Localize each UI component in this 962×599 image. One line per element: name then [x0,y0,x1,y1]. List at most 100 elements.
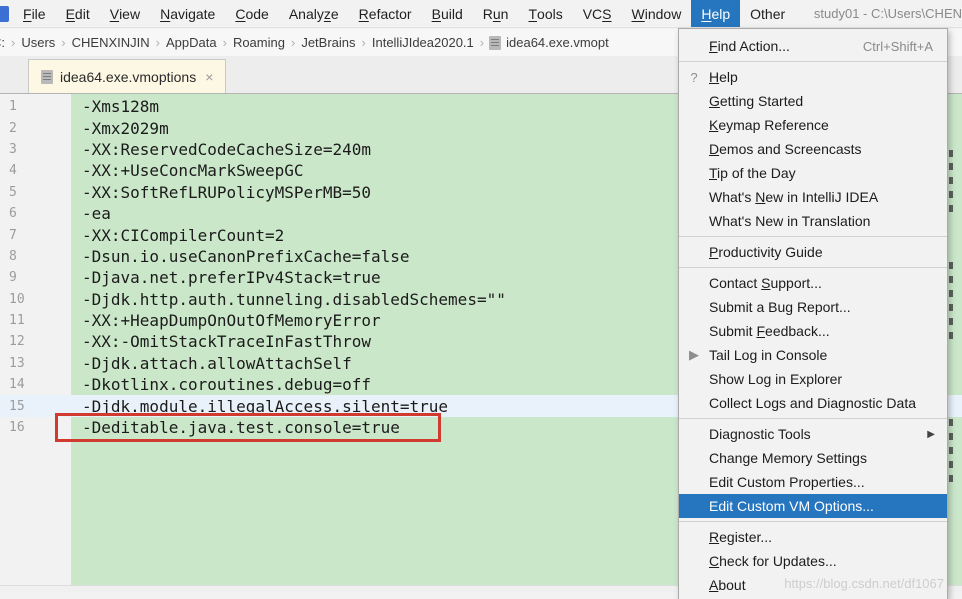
app-logo-icon [0,6,9,22]
menubar-item-edit[interactable]: Edit [56,0,100,27]
menu-item-tip-of-the-day[interactable]: Tip of the Day [679,161,947,185]
menu-item-label: Show Log in Explorer [709,371,842,387]
breadcrumb-item-roaming[interactable]: Roaming [232,35,286,50]
line-number: 8 [0,249,72,264]
tab-label: idea64.exe.vmoptions [60,69,196,85]
menubar-item-analyze[interactable]: Analyze [279,0,349,27]
menu-separator [679,233,947,240]
menubar-item-window[interactable]: Window [622,0,692,27]
line-number: 4 [0,163,72,178]
menubar-item-view[interactable]: View [100,0,150,27]
menu-item-keymap-reference[interactable]: Keymap Reference [679,113,947,137]
menu-item-help[interactable]: ?Help [679,65,947,89]
menu-item-label: Submit a Bug Report... [709,299,851,315]
menu-item-diagnostic-tools[interactable]: Diagnostic Tools▶ [679,422,947,446]
breadcrumb-item-chenxinjin[interactable]: CHENXINJIN [71,35,151,50]
line-number: 15 [0,399,72,414]
edge-mark [949,290,953,297]
menu-item-label: Help [709,69,738,85]
line-number: 12 [0,334,72,349]
menu-item-getting-started[interactable]: Getting Started [679,89,947,113]
submenu-arrow-icon: ▶ [927,429,939,440]
menubar-item-tools[interactable]: Tools [518,0,572,27]
menu-item-contact-support[interactable]: Contact Support... [679,271,947,295]
menubar-item-code[interactable]: Code [225,0,278,27]
chevron-separator-icon: › [218,35,232,50]
edge-mark [949,447,953,454]
menu-item-label: What's New in Translation [709,213,870,229]
menu-item-edit-custom-vm-options[interactable]: Edit Custom VM Options... [679,494,947,518]
menu-item-check-for-updates[interactable]: Check for Updates... [679,549,947,573]
breadcrumb-item-appdata[interactable]: AppData [165,35,218,50]
menubar-items: FileEditViewNavigateCodeAnalyzeRefactorB… [13,0,795,27]
menu-separator [679,264,947,271]
chevron-separator-icon: › [475,35,489,50]
menu-item-register[interactable]: Register... [679,525,947,549]
edge-mark [949,177,953,184]
edge-mark [949,205,953,212]
menubar-item-vcs[interactable]: VCS [573,0,622,27]
edge-mark [949,419,953,426]
menubar-item-run[interactable]: Run [473,0,519,27]
tab-idea64-vmoptions[interactable]: idea64.exe.vmoptions × [28,59,226,93]
application-window: FileEditViewNavigateCodeAnalyzeRefactorB… [0,0,962,599]
menu-item-label: About [709,577,746,593]
menu-item-submit-feedback[interactable]: Submit Feedback... [679,319,947,343]
file-icon [41,70,53,84]
menu-item-label: Productivity Guide [709,244,823,260]
menu-item-label: Demos and Screencasts [709,141,862,157]
edge-mark [949,332,953,339]
menubar-item-other[interactable]: Other [740,0,795,27]
menu-separator [679,518,947,525]
menu-item-label: Tail Log in Console [709,347,827,363]
line-number: 13 [0,356,72,371]
play-icon: ▶ [679,347,709,363]
chevron-separator-icon: › [151,35,165,50]
tab-close-icon[interactable]: × [203,70,215,84]
menu-item-change-memory-settings[interactable]: Change Memory Settings [679,446,947,470]
menubar-item-build[interactable]: Build [422,0,473,27]
edge-mark [949,304,953,311]
menubar-item-help[interactable]: Help [691,0,740,27]
menu-item-label: What's New in IntelliJ IDEA [709,189,878,205]
menu-item-collect-logs-and-diagnostic-data[interactable]: Collect Logs and Diagnostic Data [679,391,947,415]
menu-item-productivity-guide[interactable]: Productivity Guide [679,240,947,264]
edge-mark [949,461,953,468]
menu-item-what-s-new-in-translation[interactable]: What's New in Translation [679,209,947,233]
edge-mark [949,262,953,269]
breadcrumb-item-users[interactable]: Users [20,35,56,50]
menu-item-demos-and-screencasts[interactable]: Demos and Screencasts [679,137,947,161]
edge-mark [949,475,953,482]
menu-item-label: Tip of the Day [709,165,796,181]
menu-item-label: Contact Support... [709,275,822,291]
menu-item-show-log-in-explorer[interactable]: Show Log in Explorer [679,367,947,391]
chevron-separator-icon: › [6,35,20,50]
menu-item-label: Collect Logs and Diagnostic Data [709,395,916,411]
menubar-item-refactor[interactable]: Refactor [349,0,422,27]
menu-item-label: Edit Custom Properties... [709,474,865,490]
line-number: 7 [0,228,72,243]
line-number: 9 [0,270,72,285]
menu-item-shortcut: Ctrl+Shift+A [863,39,939,54]
menu-item-label: Change Memory Settings [709,450,867,466]
menubar-item-file[interactable]: File [13,0,56,27]
chevron-separator-icon: › [286,35,300,50]
menu-item-submit-a-bug-report[interactable]: Submit a Bug Report... [679,295,947,319]
chevron-separator-icon: › [56,35,70,50]
edge-mark [949,163,953,170]
edge-mark [949,150,953,157]
menu-item-tail-log-in-console[interactable]: ▶Tail Log in Console [679,343,947,367]
breadcrumb-file[interactable]: idea64.exe.vmopt [489,35,609,50]
edge-mark [949,318,953,325]
menu-item-find-action[interactable]: Find Action...Ctrl+Shift+A [679,34,947,58]
line-number: 11 [0,313,72,328]
menu-item-label: Edit Custom VM Options... [709,498,874,514]
menu-separator [679,415,947,422]
file-icon [489,36,501,50]
menu-item-what-s-new-in-intellij-idea[interactable]: What's New in IntelliJ IDEA [679,185,947,209]
breadcrumb-item-jetbrains[interactable]: JetBrains [300,35,356,50]
menubar-item-navigate[interactable]: Navigate [150,0,225,27]
menu-item-edit-custom-properties[interactable]: Edit Custom Properties... [679,470,947,494]
line-number: 6 [0,206,72,221]
breadcrumb-item-intellijidea2020-1[interactable]: IntelliJIdea2020.1 [371,35,475,50]
